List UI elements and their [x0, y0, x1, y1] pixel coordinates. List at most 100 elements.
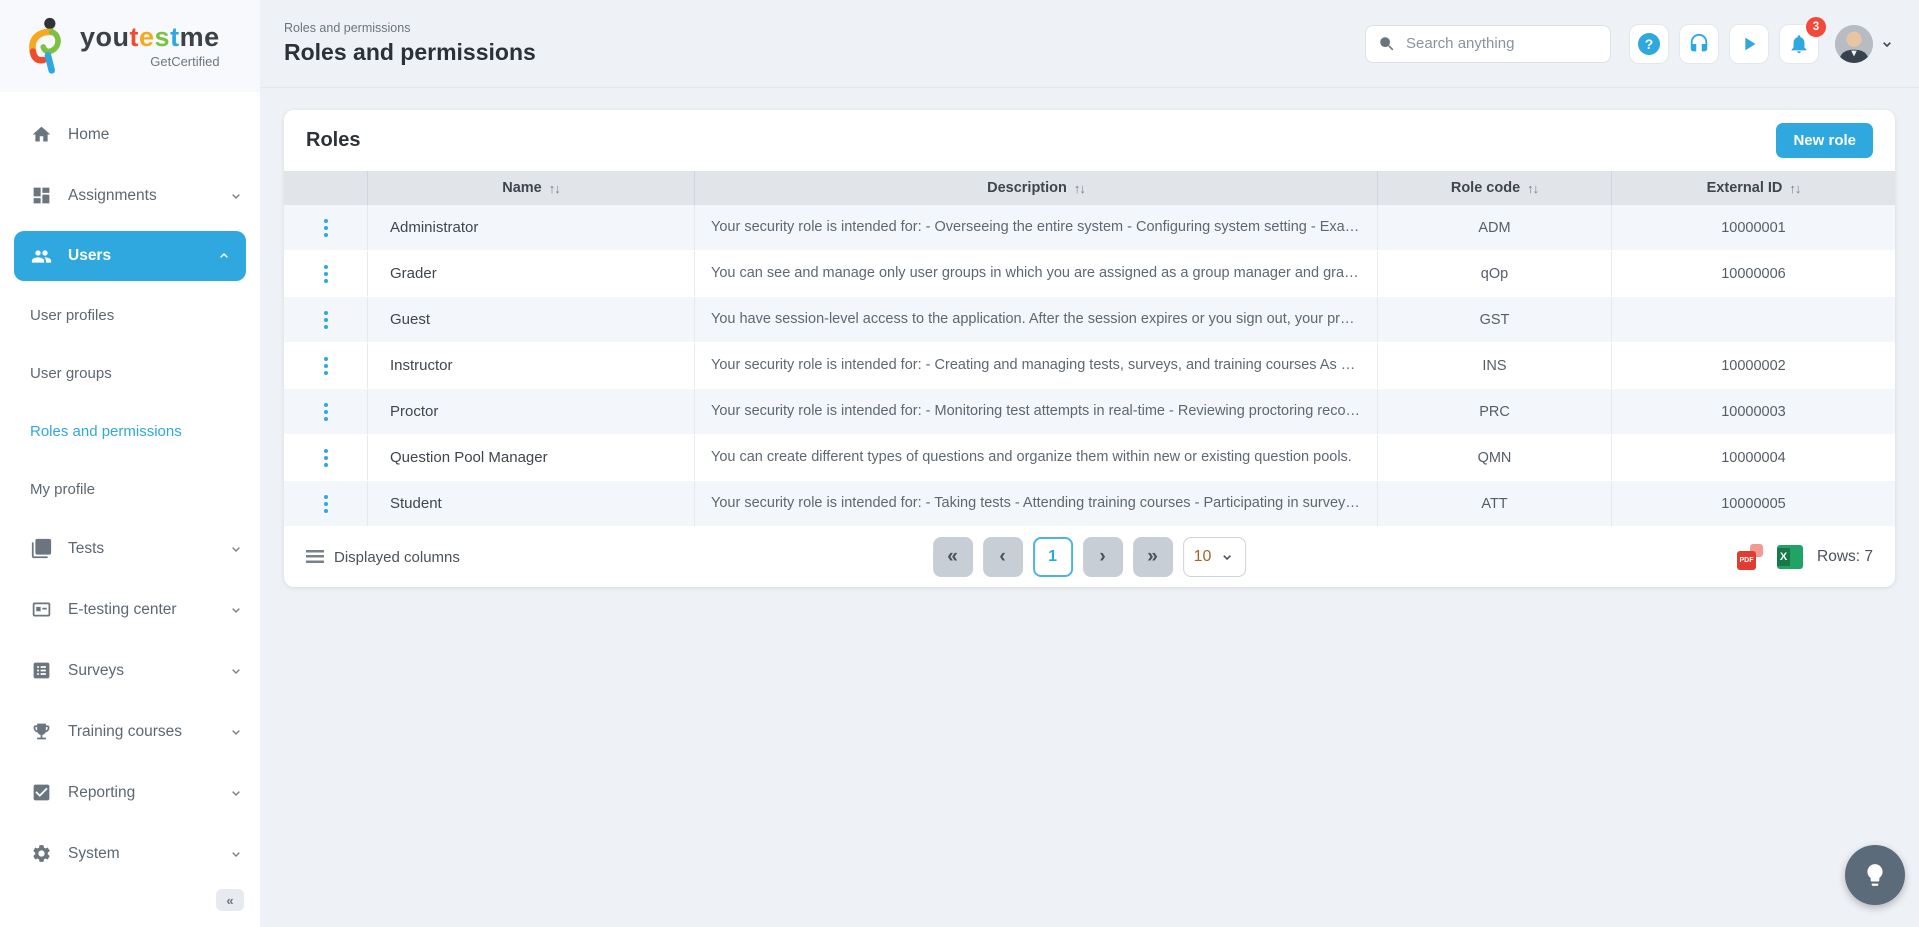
table-row[interactable]: Instructor Your security role is intende… [284, 343, 1895, 389]
brand-wordmark: youtestme [80, 24, 220, 51]
support-button[interactable] [1679, 24, 1719, 64]
column-header-role-code[interactable]: Role code↑↓ [1378, 171, 1612, 205]
notifications-button[interactable]: 3 [1779, 24, 1819, 64]
bell-icon [1788, 33, 1810, 55]
chevron-down-icon [228, 663, 244, 679]
sort-icon: ↑↓ [1789, 181, 1800, 196]
sidebar-item-my-profile[interactable]: My profile [0, 460, 260, 518]
sort-icon: ↑↓ [1074, 181, 1085, 196]
topbar: Roles and permissions Roles and permissi… [260, 0, 1919, 88]
search-icon [1378, 35, 1396, 53]
surveys-icon [30, 660, 52, 682]
column-header-description[interactable]: Description ↑↓ [695, 171, 1378, 205]
roles-card: Roles New role Name↑↓Description↑↓Role c… [284, 110, 1895, 587]
sidebar-collapse-button[interactable]: « [216, 889, 244, 911]
sidebar-item-label: System [68, 845, 120, 863]
search-input[interactable] [1406, 35, 1605, 52]
home-icon [30, 124, 52, 146]
row-menu-icon[interactable] [318, 443, 334, 473]
sidebar-item-system[interactable]: System [0, 823, 260, 884]
page-size-value: 10 [1194, 548, 1212, 566]
brand-letter: t [170, 22, 180, 52]
column-header-label: External ID [1707, 180, 1783, 196]
app-root: youtestme GetCertified HomeAssignmentsUs… [0, 0, 1919, 927]
row-menu-icon[interactable] [318, 351, 334, 381]
table-row[interactable]: Question Pool Manager You can create dif… [284, 435, 1895, 481]
sidebar-item-reporting[interactable]: Reporting [0, 762, 260, 823]
displayed-columns-button[interactable]: Displayed columns [306, 549, 460, 566]
role-code: GST [1378, 297, 1612, 342]
tutorials-button[interactable] [1729, 24, 1769, 64]
column-header-name[interactable]: Name↑↓ [368, 171, 695, 205]
role-name: Proctor [368, 389, 695, 434]
brand-logo-icon [24, 16, 70, 76]
role-external-id: 10000004 [1612, 435, 1895, 480]
help-fab-button[interactable] [1845, 845, 1905, 905]
role-description: Your security role is intended for: - Mo… [695, 389, 1378, 434]
export-pdf-icon[interactable]: PDF [1737, 544, 1763, 570]
table-row[interactable]: Proctor Your security role is intended f… [284, 389, 1895, 435]
role-external-id: 10000003 [1612, 389, 1895, 434]
sidebar-item-assignments[interactable]: Assignments [0, 165, 260, 226]
table-row[interactable]: Administrator Your security role is inte… [284, 205, 1895, 251]
table-header-row: Name↑↓Description↑↓Role code↑↓External I… [284, 171, 1895, 205]
sidebar-item-users[interactable]: Users [14, 231, 246, 281]
first-page-button[interactable]: « [933, 537, 973, 577]
role-name: Guest [368, 297, 695, 342]
avatar [1835, 25, 1873, 63]
role-external-id: 10000005 [1612, 481, 1895, 526]
brand-logo[interactable]: youtestme GetCertified [0, 0, 260, 92]
sidebar-item-home[interactable]: Home [0, 104, 260, 165]
next-page-button[interactable]: › [1083, 537, 1123, 577]
role-description: You can create different types of questi… [695, 435, 1378, 480]
user-menu[interactable] [1835, 25, 1895, 63]
sidebar-item-roles-and-permissions[interactable]: Roles and permissions [0, 402, 260, 460]
role-name: Question Pool Manager [368, 435, 695, 480]
sidebar-item-training-courses[interactable]: Training courses [0, 701, 260, 762]
chevron-up-icon [216, 248, 232, 264]
role-code: qOp [1378, 251, 1612, 296]
role-code: ATT [1378, 481, 1612, 526]
etesting-center-icon [30, 599, 52, 621]
role-name: Instructor [368, 343, 695, 388]
chevron-down-icon [1879, 36, 1895, 52]
users-icon [30, 245, 52, 267]
table-row[interactable]: Guest You have session-level access to t… [284, 297, 1895, 343]
displayed-columns-label: Displayed columns [334, 549, 460, 566]
column-header-label: Role code [1451, 180, 1520, 196]
row-menu-icon[interactable] [318, 259, 334, 289]
role-code: QMN [1378, 435, 1612, 480]
row-menu-icon[interactable] [318, 397, 334, 427]
sidebar-item-tests[interactable]: Tests [0, 518, 260, 579]
table-row[interactable]: Student Your security role is intended f… [284, 481, 1895, 527]
column-header-external-id[interactable]: External ID ↑↓ [1612, 171, 1895, 205]
dashboard-icon [30, 185, 52, 207]
brand-letter: e [139, 22, 155, 52]
sidebar-item-user-profiles[interactable]: User profiles [0, 286, 260, 344]
sidebar-item-surveys[interactable]: Surveys [0, 640, 260, 701]
new-role-button[interactable]: New role [1776, 123, 1873, 158]
row-menu-icon[interactable] [318, 489, 334, 519]
page-size-select[interactable]: 10 [1183, 537, 1247, 577]
sidebar-item-user-groups[interactable]: User groups [0, 344, 260, 402]
prev-page-button[interactable]: ‹ [983, 537, 1023, 577]
table-row[interactable]: Grader You can see and manage only user … [284, 251, 1895, 297]
chevron-down-icon [228, 785, 244, 801]
column-header-label: Description [987, 180, 1067, 196]
sidebar-item-label: User profiles [30, 307, 114, 324]
last-page-button[interactable]: » [1133, 537, 1173, 577]
current-page-button[interactable]: 1 [1033, 537, 1073, 577]
sidebar: youtestme GetCertified HomeAssignmentsUs… [0, 0, 260, 927]
chevron-down-icon [228, 541, 244, 557]
row-menu-icon[interactable] [318, 305, 334, 335]
help-button[interactable]: ? [1629, 24, 1669, 64]
notifications-badge: 3 [1806, 17, 1826, 37]
role-external-id: 10000001 [1612, 205, 1895, 250]
sidebar-item-label: Training courses [68, 723, 182, 741]
export-excel-icon[interactable]: X [1777, 545, 1803, 569]
role-description: You have session-level access to the app… [695, 297, 1378, 342]
sidebar-item-e-testing-center[interactable]: E-testing center [0, 579, 260, 640]
content: Roles New role Name↑↓Description↑↓Role c… [260, 88, 1919, 609]
sidebar-nav: HomeAssignmentsUsers User profiles User gr… [0, 92, 260, 884]
row-menu-icon[interactable] [318, 213, 334, 243]
